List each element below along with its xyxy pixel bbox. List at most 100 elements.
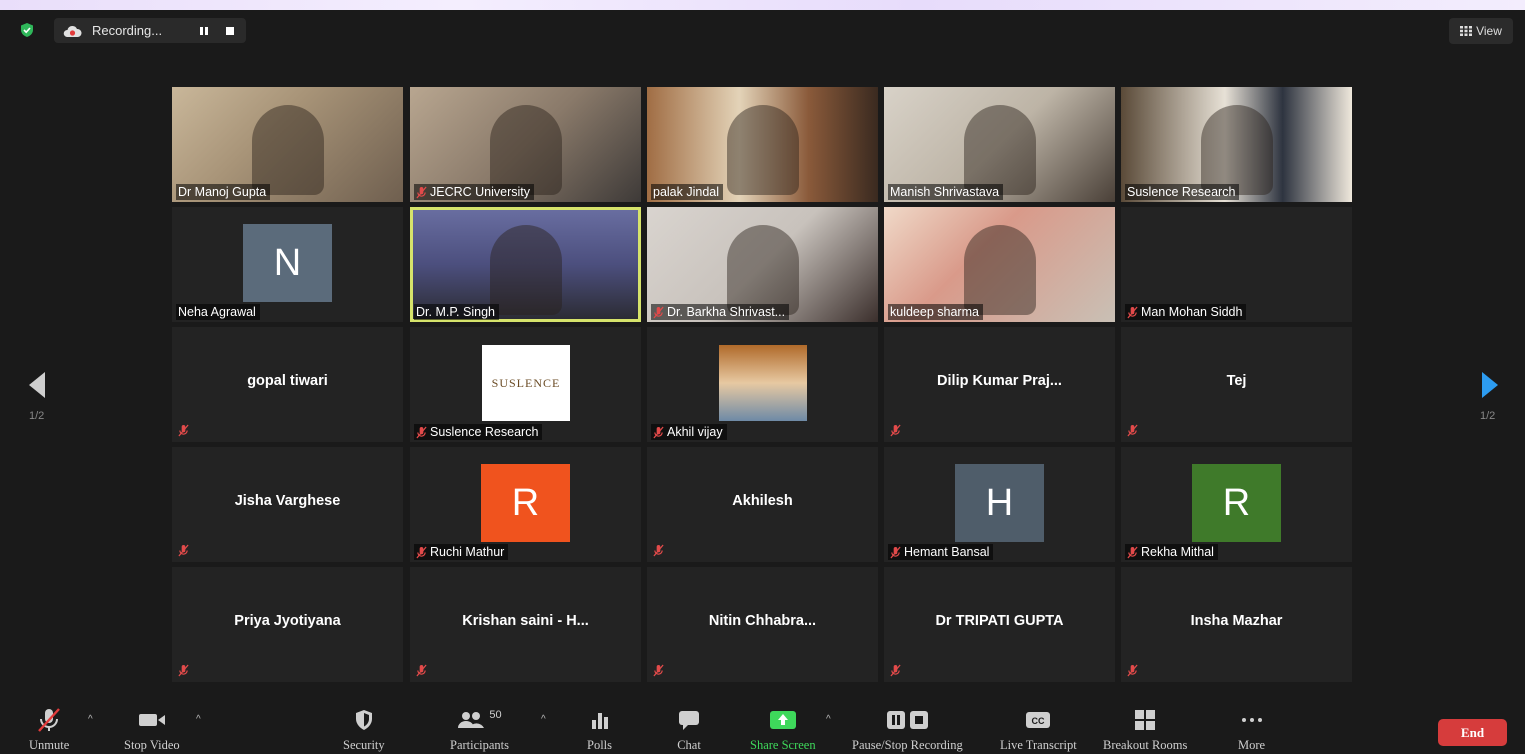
security-button[interactable]: Security <box>343 706 385 753</box>
muted-mic-icon <box>1127 424 1139 438</box>
participant-tile[interactable]: SUSLENCE Suslence Research <box>410 327 641 442</box>
participant-center-name: gopal tiwari <box>247 373 328 389</box>
participant-video <box>490 105 562 195</box>
video-camera-icon <box>138 714 165 726</box>
participant-name-label: Neha Agrawal <box>176 304 260 320</box>
participant-name: Ruchi Mathur <box>430 545 505 559</box>
view-label: View <box>1476 24 1502 38</box>
muted-microphone-icon <box>38 708 61 732</box>
participant-tile[interactable]: Manish Shrivastava <box>884 87 1115 202</box>
participant-tile[interactable]: Man Mohan Siddh <box>1121 207 1352 322</box>
participant-tile[interactable]: Tej <box>1121 327 1352 442</box>
cloud-recording-icon <box>63 25 82 37</box>
participant-name-label: Dr. M.P. Singh <box>414 304 499 320</box>
participant-tile[interactable]: Nitin Chhabra... <box>647 567 878 682</box>
participant-tile[interactable]: gopal tiwari <box>172 327 403 442</box>
stop-recording-button[interactable] <box>220 23 240 39</box>
participant-tile[interactable]: Dilip Kumar Praj... <box>884 327 1115 442</box>
participant-center-name: Dilip Kumar Praj... <box>937 373 1062 389</box>
participant-tile[interactable]: Jisha Varghese <box>172 447 403 562</box>
muted-mic-icon <box>653 426 664 439</box>
pause-stop-recording-button[interactable]: Pause/Stop Recording <box>852 706 963 753</box>
video-options-caret[interactable]: ^ <box>196 714 201 725</box>
muted-mic-icon <box>653 306 664 319</box>
participant-tile[interactable]: Dr Manoj Gupta <box>172 87 403 202</box>
participant-name-label: Suslence Research <box>1125 184 1240 200</box>
participant-tile[interactable]: Priya Jyotiyana <box>172 567 403 682</box>
share-options-caret[interactable]: ^ <box>826 714 831 725</box>
share-screen-icon <box>769 711 796 729</box>
participant-name-label: Hemant Bansal <box>888 544 994 560</box>
more-button[interactable]: More <box>1238 706 1265 753</box>
participant-tile[interactable]: R Ruchi Mathur <box>410 447 641 562</box>
participant-name: Hemant Bansal <box>904 545 990 559</box>
participant-tile[interactable]: JECRC University <box>410 87 641 202</box>
breakout-rooms-label: Breakout Rooms <box>1103 738 1188 752</box>
audio-options-caret[interactable]: ^ <box>88 714 93 725</box>
participant-name-label: palak Jindal <box>651 184 724 200</box>
participant-tile[interactable]: Akhil vijay <box>647 327 878 442</box>
muted-mic-icon <box>178 664 190 678</box>
polls-label: Polls <box>587 738 613 752</box>
gallery-grid-icon <box>1460 26 1473 36</box>
participants-label: Participants <box>450 738 510 752</box>
share-screen-label: Share Screen <box>750 738 816 752</box>
participant-avatar: N <box>243 224 332 302</box>
muted-mic-icon <box>416 664 428 678</box>
participant-video <box>964 105 1036 195</box>
participant-video <box>727 105 799 195</box>
participants-count: 50 <box>489 709 502 721</box>
shield-icon[interactable] <box>19 22 35 38</box>
more-dots-icon <box>1241 718 1262 722</box>
participant-video <box>252 105 324 195</box>
breakout-rooms-button[interactable]: Breakout Rooms <box>1103 706 1187 753</box>
participant-name: palak Jindal <box>653 185 720 199</box>
participant-tile[interactable]: Insha Mazhar <box>1121 567 1352 682</box>
chat-button[interactable]: Chat <box>677 706 701 753</box>
participant-tile[interactable]: palak Jindal <box>647 87 878 202</box>
share-screen-button[interactable]: Share Screen <box>750 706 816 753</box>
participant-tile[interactable]: Dr. M.P. Singh <box>410 207 641 322</box>
unmute-button[interactable]: Unmute <box>29 706 69 753</box>
participant-name-label: Dr. Barkha Shrivast... <box>651 304 790 320</box>
muted-mic-icon <box>1127 546 1138 559</box>
stop-video-button[interactable]: Stop Video <box>124 706 180 753</box>
participant-name: Suslence Research <box>1127 185 1236 199</box>
top-bar: Recording... View <box>0 10 1525 54</box>
participant-name-label: Suslence Research <box>414 424 543 440</box>
polls-button[interactable]: Polls <box>587 706 612 753</box>
stop-icon <box>226 26 234 35</box>
participant-video <box>1201 105 1273 195</box>
end-meeting-button[interactable]: End <box>1438 719 1507 746</box>
participant-tile[interactable]: N Neha Agrawal <box>172 207 403 322</box>
participant-video <box>964 225 1036 315</box>
participant-tile[interactable]: Dr. Barkha Shrivast... <box>647 207 878 322</box>
participants-button[interactable]: 50 Participants <box>450 706 509 753</box>
breakout-rooms-icon <box>1135 710 1156 730</box>
participant-video <box>490 225 562 315</box>
right-page-indicator: 1/2 <box>1480 410 1496 422</box>
view-button[interactable]: View <box>1449 18 1513 44</box>
unmute-label: Unmute <box>29 738 70 752</box>
live-transcript-label: Live Transcript <box>1000 738 1077 752</box>
participant-tile[interactable]: Krishan saini - H... <box>410 567 641 682</box>
previous-page-arrow-icon[interactable] <box>27 370 47 400</box>
participant-tile[interactable]: Akhilesh <box>647 447 878 562</box>
participant-center-name: Insha Mazhar <box>1190 613 1283 629</box>
participant-center-name: Akhilesh <box>732 493 793 509</box>
participant-tile[interactable]: R Rekha Mithal <box>1121 447 1352 562</box>
live-transcript-button[interactable]: CC Live Transcript <box>1000 706 1077 753</box>
participant-video <box>727 225 799 315</box>
more-label: More <box>1238 738 1266 752</box>
participant-tile[interactable]: kuldeep sharma <box>884 207 1115 322</box>
participant-tile[interactable]: Dr TRIPATI GUPTA <box>884 567 1115 682</box>
participants-options-caret[interactable]: ^ <box>541 714 546 725</box>
participant-tile[interactable]: Suslence Research <box>1121 87 1352 202</box>
next-page-arrow-icon[interactable] <box>1480 370 1500 400</box>
participant-name-label: Rekha Mithal <box>1125 544 1218 560</box>
participant-name-label: kuldeep sharma <box>888 304 983 320</box>
participant-tile[interactable]: H Hemant Bansal <box>884 447 1115 562</box>
participant-name: Akhil vijay <box>667 425 723 439</box>
muted-mic-icon <box>890 546 901 559</box>
pause-recording-button[interactable] <box>194 23 214 39</box>
